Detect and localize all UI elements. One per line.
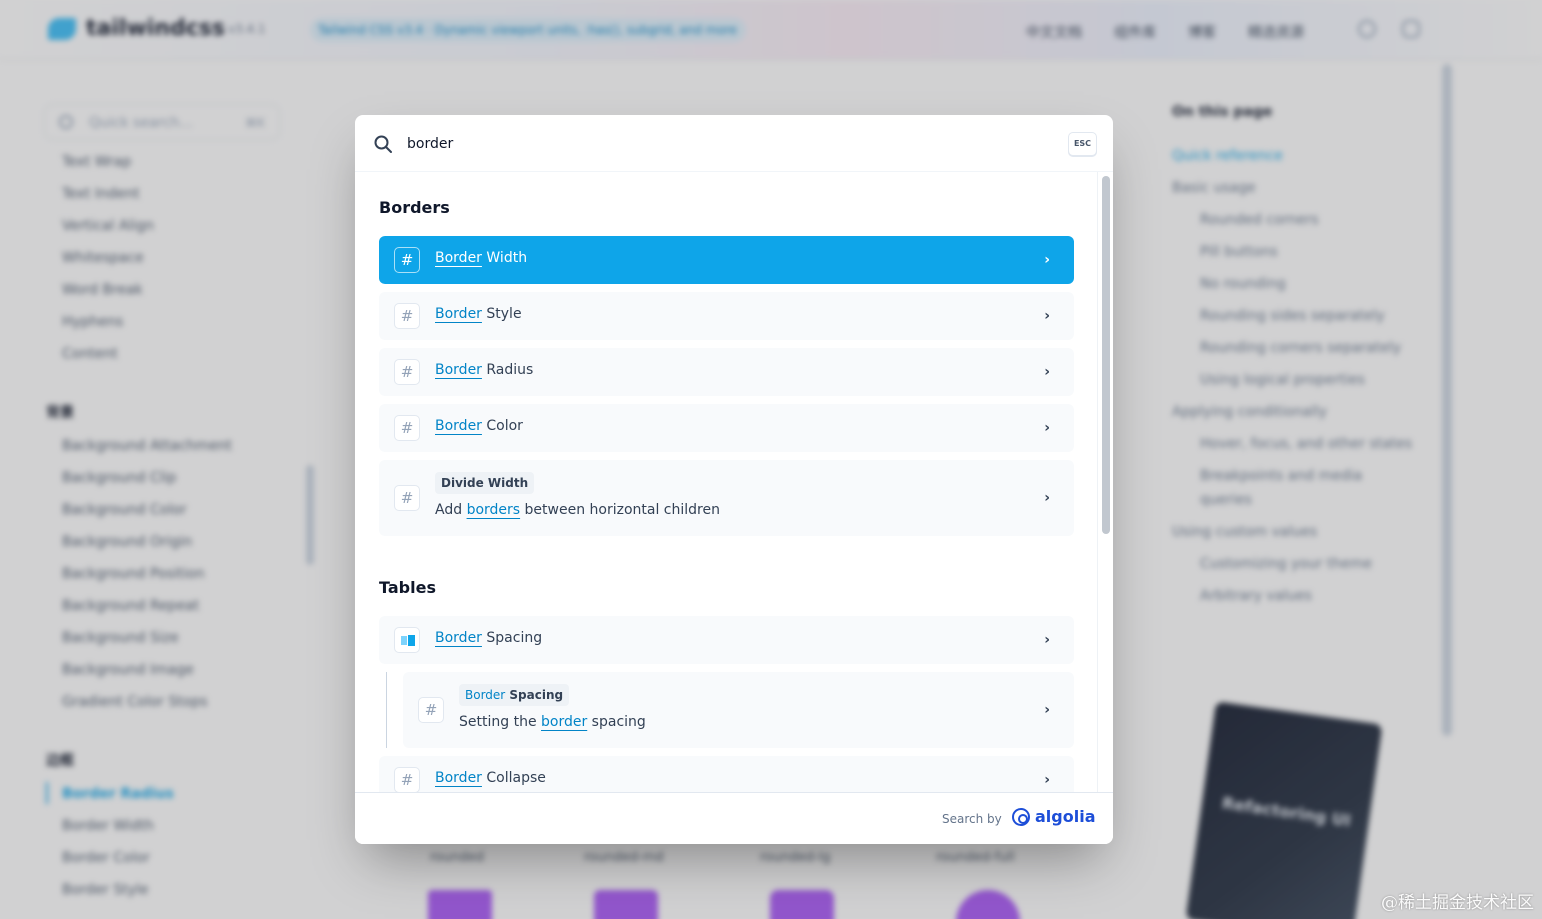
hit-title-highlight: Border [435,250,482,266]
chevron-right-icon: › [1044,702,1050,718]
chevron-right-icon: › [1044,364,1050,380]
search-hit-border-radius[interactable]: # Border Radius › [379,348,1074,396]
search-input[interactable] [407,129,1047,159]
hit-title-highlight: Border [435,630,482,646]
hit-title: Border Color [435,418,523,434]
search-modal: ESC Borders # Border Width › # Border St… [355,115,1113,844]
hit-breadcrumb-chip: Border Spacing [459,684,570,706]
chip-highlight: Border [465,688,506,702]
algolia-icon [1012,807,1030,826]
hit-description: Setting the border spacing [459,714,646,730]
esc-button[interactable]: ESC [1068,132,1097,156]
hash-icon: # [394,303,420,329]
hit-desc-before: Setting the [459,714,542,730]
hit-title-highlight: Border [435,770,482,786]
hit-title: Border Spacing [435,630,542,646]
hit-title-rest: Spacing [481,630,543,646]
hit-desc-after: spacing [587,714,646,730]
hit-title: Border Collapse [435,770,546,786]
hit-desc-highlight: border [541,714,588,730]
search-by-label: Search by [942,812,1002,826]
page-icon [394,627,420,653]
search-results[interactable]: Borders # Border Width › # Border Style … [355,172,1113,792]
hit-title-highlight: Border [435,362,482,378]
hit-desc-after: between horizontal children [520,502,720,518]
tree-connector [386,672,387,748]
hash-icon: # [394,485,420,511]
chevron-right-icon: › [1044,308,1050,324]
algolia-logo[interactable]: algolia [1012,807,1096,826]
section-title-borders: Borders [379,198,450,217]
hit-description: Add borders between horizontal children [435,502,720,518]
hit-title-rest: Radius [481,362,534,378]
hit-title-rest: Collapse [481,770,546,786]
hash-icon: # [418,697,444,723]
search-hit-border-style[interactable]: # Border Style › [379,292,1074,340]
watermark: @稀土掘金技术社区 [1381,893,1534,913]
chevron-right-icon: › [1044,252,1050,268]
hash-icon: # [394,247,420,273]
section-title-tables: Tables [379,578,436,597]
chevron-right-icon: › [1044,420,1050,436]
hit-title-rest: Color [481,418,523,434]
hit-desc-before: Add [435,502,467,518]
chevron-right-icon: › [1044,490,1050,506]
hit-title: Border Style [435,306,522,322]
chip-rest: Spacing [505,688,564,702]
hash-icon: # [394,767,420,792]
hit-title-highlight: Border [435,306,482,322]
doc-icon [401,635,415,646]
hit-title: Border Width [435,250,527,266]
hit-title: Border Radius [435,362,533,378]
search-bar: ESC [355,115,1113,172]
hit-title-rest: Style [481,306,522,322]
search-hit-border-spacing-section[interactable]: # Border Spacing Setting the border spac… [403,672,1074,748]
chevron-right-icon: › [1044,632,1050,648]
search-hit-divide-width[interactable]: # Divide Width Add borders between horiz… [379,460,1074,536]
hit-title-rest: Width [481,250,528,266]
algolia-wordmark: algolia [1035,807,1096,826]
hash-icon: # [394,415,420,441]
hit-title-highlight: Border [435,418,482,434]
chevron-right-icon: › [1044,772,1050,788]
results-scrollbar[interactable] [1097,172,1113,792]
search-hit-border-color[interactable]: # Border Color › [379,404,1074,452]
search-icon [374,135,392,153]
hit-breadcrumb-chip: Divide Width [435,472,535,494]
search-hit-border-spacing[interactable]: Border Spacing › [379,616,1074,664]
search-hit-border-collapse[interactable]: # Border Collapse › [379,756,1074,792]
results-scroll-thumb[interactable] [1102,176,1110,534]
search-footer: Search by algolia [355,792,1113,844]
search-hit-border-width[interactable]: # Border Width › [379,236,1074,284]
hash-icon: # [394,359,420,385]
hit-desc-highlight: borders [466,502,521,518]
